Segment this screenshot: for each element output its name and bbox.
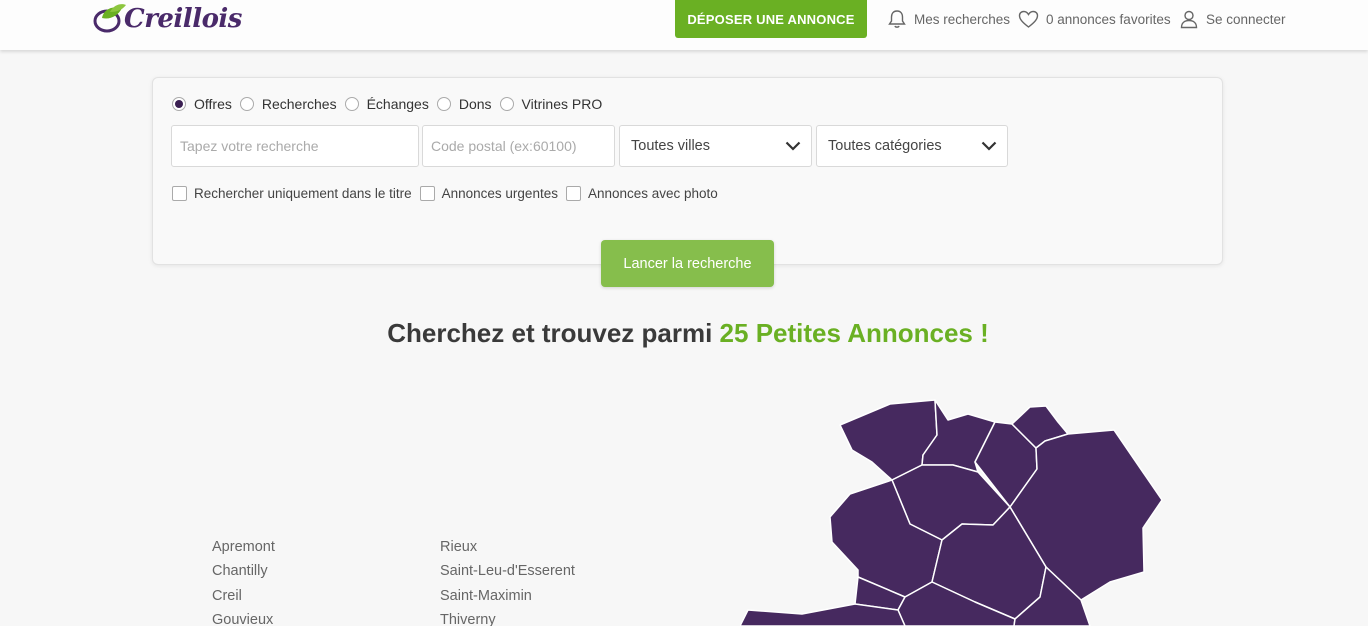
checkbox[interactable] <box>172 186 187 201</box>
communes-map <box>740 399 1163 626</box>
postal-code-placeholder: Code postal (ex:60100) <box>431 138 577 154</box>
user-icon <box>1180 10 1198 29</box>
radio-offres[interactable]: Offres <box>172 96 232 112</box>
city-link[interactable]: Thiverny <box>440 608 575 626</box>
favorites-label: 0 annonces favorites <box>1046 11 1171 27</box>
radio-button[interactable] <box>499 97 514 111</box>
checkbox[interactable] <box>565 186 581 201</box>
login-label: Se connecter <box>1206 11 1286 27</box>
launch-search-button[interactable]: Lancer la recherche <box>601 240 774 287</box>
bell-icon <box>888 10 906 28</box>
map-region[interactable] <box>740 603 906 626</box>
checkbox-label: Rechercher uniquement dans le titre <box>194 186 412 201</box>
radio-button[interactable] <box>436 97 451 111</box>
radio-label: Recherches <box>261 96 337 112</box>
favorites-link[interactable]: 0 annonces favorites <box>1018 0 1171 38</box>
checkbox-label: Annonces avec photo <box>587 186 718 201</box>
radio-echanges[interactable]: Échanges <box>344 96 429 112</box>
login-link[interactable]: Se connecter <box>1179 0 1286 38</box>
postal-code-input[interactable]: Code postal (ex:60100) <box>422 125 615 167</box>
headline: Cherchez et trouvez parmi 25 Petites Ann… <box>0 318 1368 349</box>
radio-label: Offres <box>194 96 232 112</box>
deposit-ad-button[interactable]: DÉPOSER UNE ANNONCE <box>675 0 867 38</box>
radio-recherches[interactable]: Recherches <box>239 96 337 112</box>
radio-button[interactable] <box>344 97 359 111</box>
my-searches-link[interactable]: Mes recherches <box>887 0 1010 38</box>
radio-label: Vitrines PRO <box>521 96 603 112</box>
category-select-value: Toutes catégories <box>828 138 942 154</box>
radio-label: Dons <box>458 96 492 112</box>
city-select-value: Toutes villes <box>631 138 710 154</box>
city-link[interactable]: Chantilly <box>212 559 275 583</box>
city-link[interactable]: Rieux <box>440 535 575 559</box>
chevron-down-icon <box>981 141 997 151</box>
option-title-only[interactable]: Rechercher uniquement dans le titre <box>172 186 412 201</box>
chevron-down-icon <box>785 141 801 151</box>
logo-text: Creillois <box>124 4 242 34</box>
headline-count: 25 Petites Annonces ! <box>719 318 989 348</box>
option-with-photo[interactable]: Annonces avec photo <box>565 186 718 201</box>
city-select[interactable]: Toutes villes <box>619 125 812 167</box>
city-link[interactable]: Gouvieux <box>212 608 275 626</box>
leaf-logo-icon <box>93 4 126 33</box>
search-panel: Offres Recherches Échanges Dons Vitrines… <box>152 77 1223 265</box>
radio-button[interactable] <box>239 97 254 111</box>
search-options: Rechercher uniquement dans le titre Anno… <box>172 186 726 201</box>
option-urgent[interactable]: Annonces urgentes <box>419 186 558 201</box>
radio-button[interactable] <box>172 97 186 111</box>
headline-prefix: Cherchez et trouvez parmi <box>387 318 713 348</box>
search-query-placeholder: Tapez votre recherche <box>180 138 319 154</box>
heart-icon <box>1018 10 1039 28</box>
checkbox[interactable] <box>419 186 435 201</box>
radio-label: Échanges <box>366 96 429 112</box>
search-query-input[interactable]: Tapez votre recherche <box>171 125 419 167</box>
city-list-right: Rieux Saint-Leu-d'Esserent Saint-Maximin… <box>440 535 575 626</box>
radio-vitrines-pro[interactable]: Vitrines PRO <box>499 96 603 112</box>
site-header: Creillois DÉPOSER UNE ANNONCE Mes recher… <box>0 0 1368 50</box>
city-link[interactable]: Saint-Maximin <box>440 584 575 608</box>
radio-dons[interactable]: Dons <box>436 96 492 112</box>
city-list-left: Apremont Chantilly Creil Gouvieux <box>212 535 275 626</box>
city-link[interactable]: Saint-Leu-d'Esserent <box>440 559 575 583</box>
checkbox-label: Annonces urgentes <box>441 186 558 201</box>
city-link[interactable]: Apremont <box>212 535 275 559</box>
category-select[interactable]: Toutes catégories <box>816 125 1008 167</box>
city-link[interactable]: Creil <box>212 584 275 608</box>
site-logo[interactable]: Creillois <box>92 0 242 38</box>
my-searches-label: Mes recherches <box>914 11 1011 27</box>
ad-type-radio-group: Offres Recherches Échanges Dons Vitrines… <box>172 96 610 112</box>
